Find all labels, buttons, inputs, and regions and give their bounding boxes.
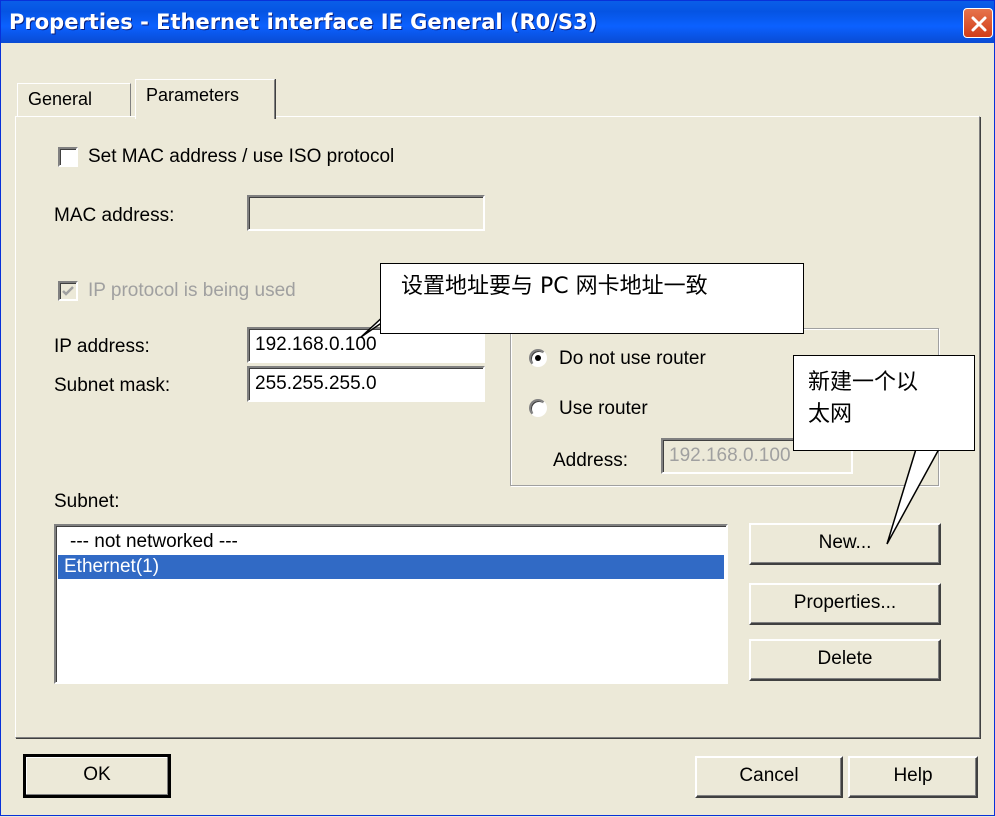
use-router-label: Use router — [559, 398, 648, 419]
close-button[interactable] — [963, 8, 993, 38]
properties-dialog: Properties - Ethernet interface IE Gener… — [0, 0, 995, 816]
window-title: Properties - Ethernet interface IE Gener… — [9, 10, 598, 34]
ip-address-label: IP address: — [54, 336, 150, 357]
subnet-properties-button[interactable]: Properties... — [749, 583, 941, 625]
subnet-mask-label: Subnet mask: — [54, 375, 171, 396]
cancel-button[interactable]: Cancel — [695, 756, 843, 798]
delete-subnet-button[interactable]: Delete — [749, 639, 941, 681]
use-router-radio[interactable] — [529, 399, 547, 417]
router-address-label: Address: — [553, 450, 628, 471]
new-subnet-callout: 新建一个以 太网 — [793, 355, 975, 451]
list-item[interactable]: --- not networked --- — [58, 530, 724, 554]
close-icon — [971, 16, 987, 32]
subnet-listbox[interactable]: --- not networked --- Ethernet(1) — [54, 524, 728, 684]
address-note-text: 设置地址要与 PC 网卡地址一致 — [401, 274, 708, 299]
tab-general[interactable]: General — [17, 83, 131, 117]
mac-address-label: MAC address: — [54, 205, 175, 226]
list-item[interactable]: Ethernet(1) — [58, 555, 724, 579]
new-note-line-1: 新建一个以 — [808, 370, 919, 395]
title-bar[interactable]: Properties - Ethernet interface IE Gener… — [1, 1, 994, 43]
help-button[interactable]: Help — [848, 756, 978, 798]
address-note-callout: 设置地址要与 PC 网卡地址一致 — [380, 263, 804, 334]
set-mac-checkbox[interactable] — [58, 147, 78, 167]
mac-address-field — [247, 195, 485, 231]
ip-protocol-label: IP protocol is being used — [88, 280, 296, 301]
ip-protocol-checkbox — [58, 281, 78, 301]
do-not-use-router-radio[interactable] — [529, 349, 547, 367]
subnet-mask-field[interactable]: 255.255.255.0 — [247, 366, 485, 402]
new-subnet-button[interactable]: New... — [749, 523, 941, 565]
new-note-line-2: 太网 — [808, 402, 853, 427]
set-mac-label: Set MAC address / use ISO protocol — [88, 146, 395, 167]
checkmark-icon — [62, 286, 74, 296]
subnet-label: Subnet: — [54, 491, 120, 512]
do-not-use-router-label: Do not use router — [559, 348, 706, 369]
tab-parameters[interactable]: Parameters — [135, 79, 275, 119]
ok-button[interactable]: OK — [23, 754, 171, 798]
